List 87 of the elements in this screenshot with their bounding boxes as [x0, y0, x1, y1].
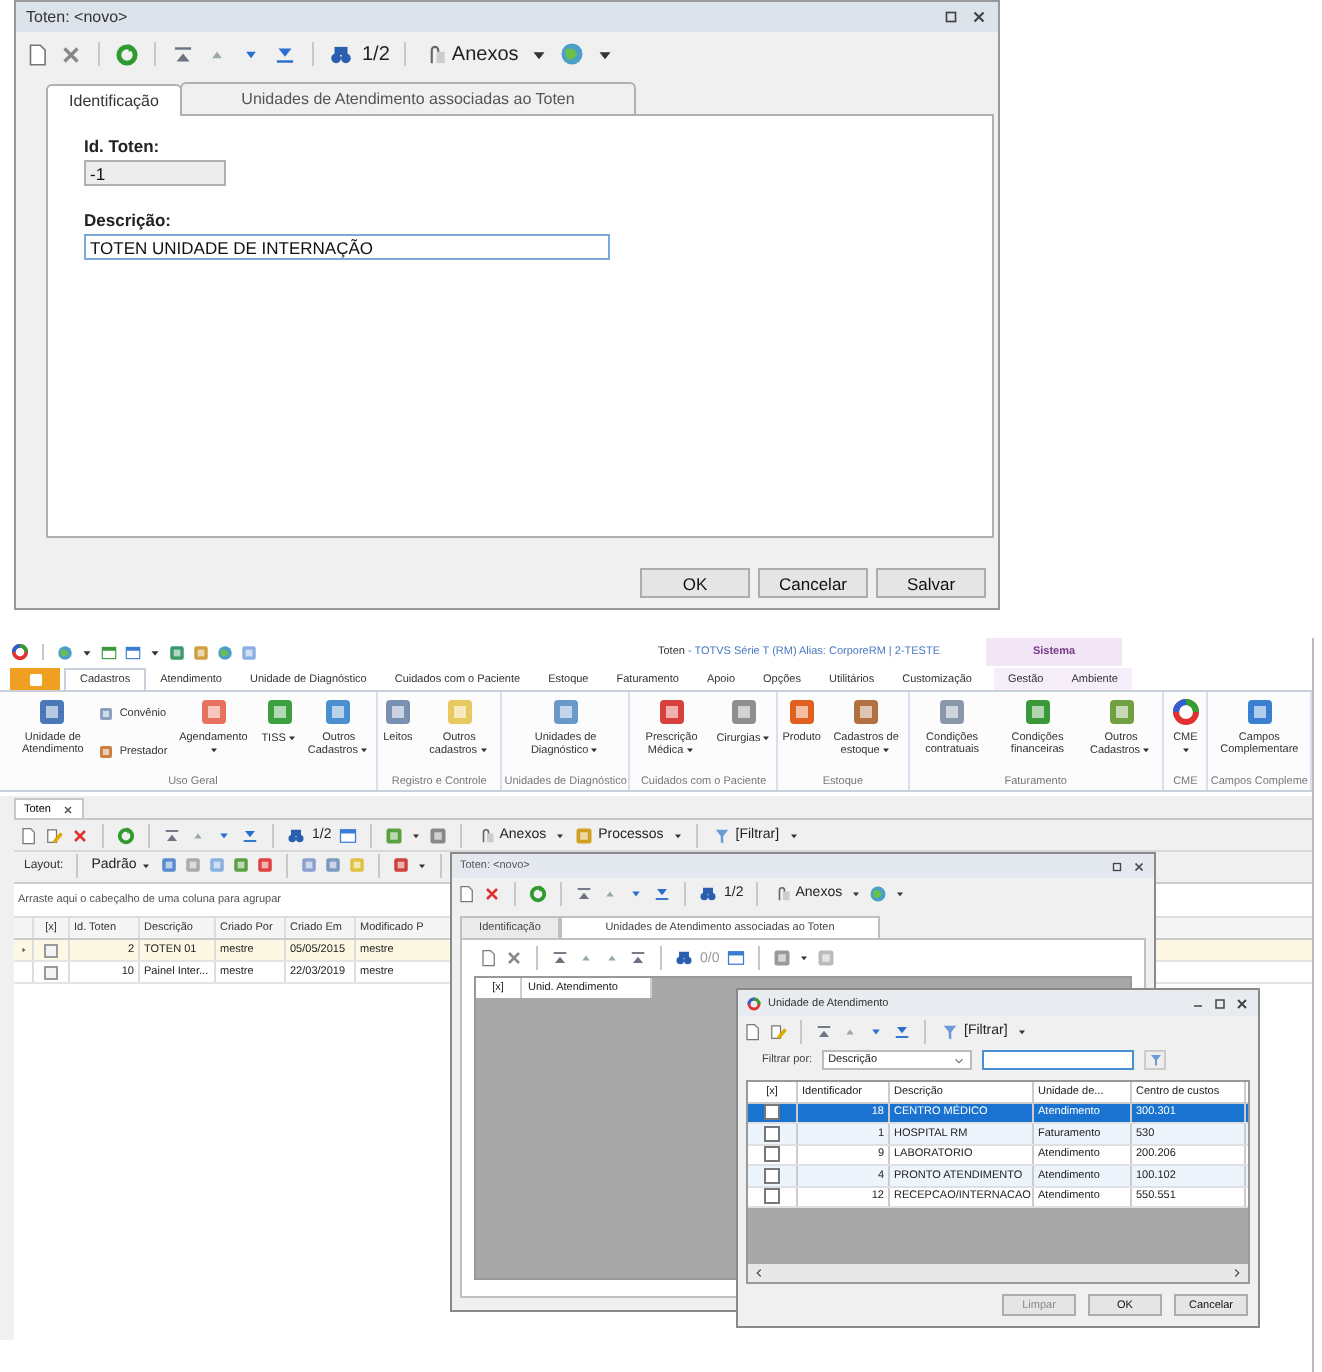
caret-icon[interactable]: [671, 829, 684, 841]
checkbox[interactable]: [764, 1167, 780, 1184]
filter-icon: [1147, 1052, 1164, 1068]
close-icon[interactable]: [1234, 995, 1250, 1011]
first-record-icon[interactable]: [574, 883, 594, 903]
close-icon: [62, 803, 75, 815]
checkbox[interactable]: [44, 965, 58, 979]
menu-icon: [27, 671, 43, 687]
arrow-left-icon: [752, 1266, 766, 1280]
search-icon[interactable]: [328, 41, 354, 67]
search-field[interactable]: [982, 1050, 1135, 1070]
caret-icon: [879, 744, 892, 757]
new-document-icon[interactable]: [24, 41, 50, 67]
caret-icon: [140, 859, 153, 871]
refresh-icon[interactable]: [116, 825, 136, 845]
tab[interactable]: Unidades de Atendimento associadas ao Toten: [180, 82, 636, 114]
restore-icon[interactable]: [942, 8, 960, 26]
caret-icon: [1179, 744, 1192, 757]
caret-icon[interactable]: [850, 887, 863, 899]
dialog-button[interactable]: Cancelar: [758, 568, 868, 598]
caret-icon: [1140, 744, 1153, 757]
row-pointer-icon: [18, 944, 30, 956]
window-title: Toten: <novo>: [26, 8, 128, 26]
delete-icon[interactable]: [58, 41, 84, 67]
window-icon[interactable]: [124, 643, 142, 661]
app-logo-icon[interactable]: [10, 642, 30, 662]
search-icon[interactable]: [286, 825, 306, 845]
caret-icon[interactable]: [416, 859, 429, 871]
caret-icon: [760, 732, 773, 744]
dialog-button[interactable]: OK: [640, 568, 750, 598]
text-field[interactable]: TOTEN UNIDADE DE INTERNAÇÃO: [84, 234, 610, 260]
edit-icon[interactable]: [44, 825, 64, 845]
checkbox[interactable]: [764, 1188, 780, 1205]
caret-icon[interactable]: [148, 645, 162, 659]
caret-icon: [357, 744, 370, 757]
checkbox[interactable]: [44, 943, 58, 957]
tab[interactable]: Identificação: [46, 84, 182, 116]
caret-icon[interactable]: [554, 829, 567, 841]
checkbox[interactable]: [764, 1104, 780, 1121]
record-counter: 1/2: [362, 43, 390, 65]
dialog-button[interactable]: Salvar: [876, 568, 986, 598]
field-label: Id. Toten:: [84, 136, 160, 156]
refresh-icon[interactable]: [528, 883, 548, 903]
globe-icon[interactable]: [56, 643, 74, 661]
caret-icon[interactable]: [787, 829, 800, 841]
caret-icon: [683, 744, 696, 757]
caret-icon: [285, 732, 298, 744]
globe-icon[interactable]: [216, 643, 234, 661]
field-label: Descrição:: [84, 210, 171, 230]
edit-icon[interactable]: [768, 1021, 788, 1041]
filter-apply-button[interactable]: [1144, 1050, 1167, 1070]
caret-icon[interactable]: [409, 829, 422, 841]
filter-icon: [940, 1021, 960, 1041]
arrow-right-icon: [1230, 1266, 1244, 1280]
filter-icon: [711, 825, 732, 845]
app-logo-icon: [746, 995, 762, 1011]
new-document-icon[interactable]: [18, 825, 38, 845]
search-icon[interactable]: [674, 948, 694, 968]
caret-icon: [477, 744, 489, 757]
caret-icon: [207, 744, 220, 757]
caret-icon: [588, 744, 601, 757]
first-record-icon[interactable]: [162, 825, 182, 845]
new-document-icon[interactable]: [742, 1021, 762, 1041]
new-document-icon[interactable]: [478, 948, 498, 968]
checkbox[interactable]: [764, 1146, 780, 1163]
maximize-icon[interactable]: [1212, 995, 1228, 1011]
delete-icon[interactable]: [482, 883, 502, 903]
caret-icon[interactable]: [894, 887, 907, 899]
caret-icon[interactable]: [80, 645, 94, 659]
close-icon[interactable]: [1132, 859, 1146, 873]
close-icon[interactable]: [970, 8, 988, 26]
first-record-icon[interactable]: [550, 948, 570, 968]
horizontal-scrollbar[interactable]: [748, 1264, 1248, 1282]
restore-icon[interactable]: [1110, 859, 1124, 873]
delete-icon[interactable]: [504, 948, 524, 968]
chevron-down-icon: [952, 1053, 967, 1067]
checkbox[interactable]: [764, 1125, 780, 1142]
caret-icon[interactable]: [1015, 1025, 1028, 1037]
new-document-icon[interactable]: [456, 883, 476, 903]
caret-icon[interactable]: [797, 952, 810, 964]
first-record-icon[interactable]: [814, 1021, 834, 1041]
search-icon[interactable]: [698, 883, 718, 903]
attachments-button[interactable]: Anexos: [419, 41, 521, 67]
first-record-icon[interactable]: [170, 41, 196, 67]
refresh-icon[interactable]: [114, 41, 140, 67]
ring-icon: [1169, 696, 1202, 728]
delete-icon[interactable]: [70, 825, 90, 845]
